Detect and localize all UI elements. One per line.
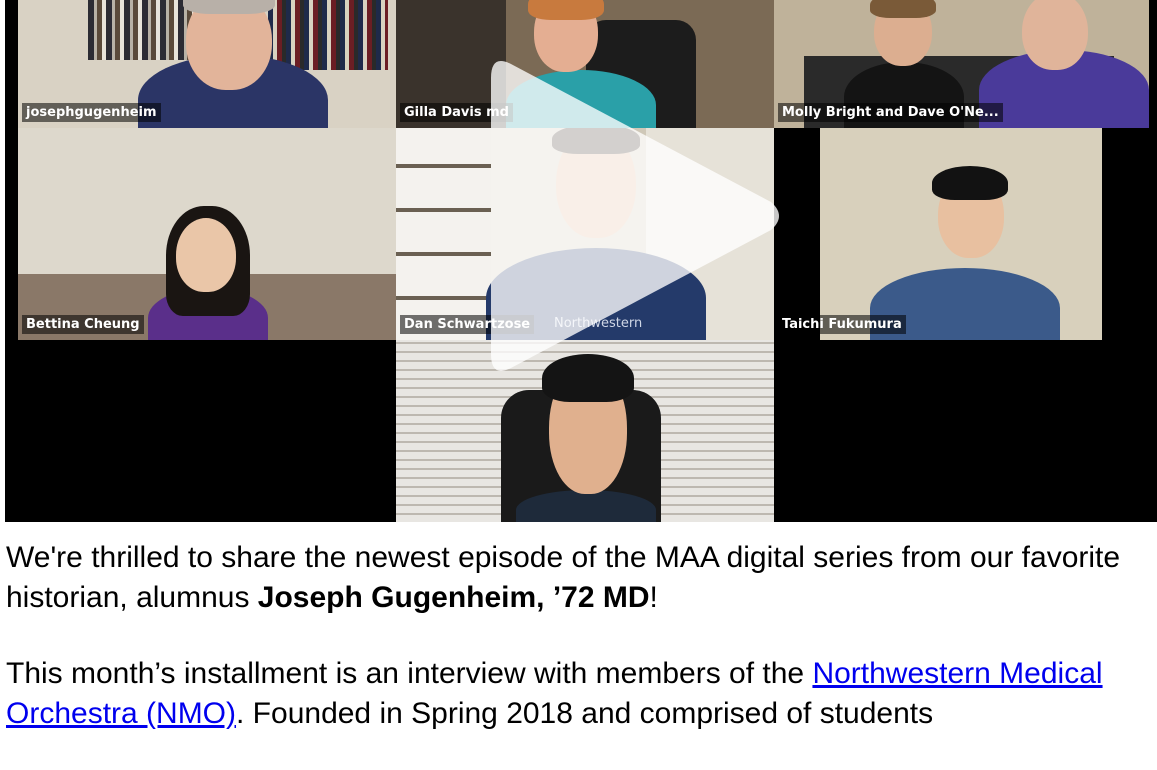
person-body bbox=[516, 490, 656, 522]
alumnus-name: Joseph Gugenheim, ’72 MD bbox=[257, 581, 650, 614]
video-player[interactable]: josephgugenheim Gilla Davis md Molly Bri… bbox=[5, 0, 1157, 522]
participant-name: Taichi Fukumura bbox=[778, 315, 906, 334]
participant-tile: Molly Bright and Dave O'Ne... bbox=[774, 0, 1149, 128]
person-hair bbox=[932, 166, 1008, 200]
play-icon[interactable] bbox=[481, 44, 791, 388]
participant-video bbox=[820, 128, 1102, 340]
person-head bbox=[176, 218, 236, 292]
person-head bbox=[1022, 0, 1088, 70]
installment-paragraph: This month’s installment is an interview… bbox=[6, 654, 1154, 734]
article-body: We're thrilled to share the newest episo… bbox=[6, 538, 1154, 770]
installment-text: This month’s installment is an interview… bbox=[6, 657, 813, 690]
participant-tile: Taichi Fukumura bbox=[774, 128, 1149, 340]
person-hair bbox=[528, 0, 604, 20]
person-hair bbox=[870, 0, 936, 18]
intro-paragraph: We're thrilled to share the newest episo… bbox=[6, 538, 1154, 618]
installment-rest: . Founded in Spring 2018 and comprised o… bbox=[236, 697, 934, 730]
bookshelf bbox=[88, 0, 198, 60]
intro-end: ! bbox=[649, 581, 658, 614]
participant-tile: josephgugenheim bbox=[18, 0, 396, 128]
participant-name: Molly Bright and Dave O'Ne... bbox=[778, 103, 1003, 122]
bookshelf bbox=[268, 0, 388, 70]
participant-name: josephgugenheim bbox=[22, 103, 161, 122]
participant-name: Bettina Cheung bbox=[22, 315, 144, 334]
participant-tile: Bettina Cheung bbox=[18, 128, 396, 340]
person-hair bbox=[183, 0, 275, 14]
window bbox=[396, 128, 491, 340]
